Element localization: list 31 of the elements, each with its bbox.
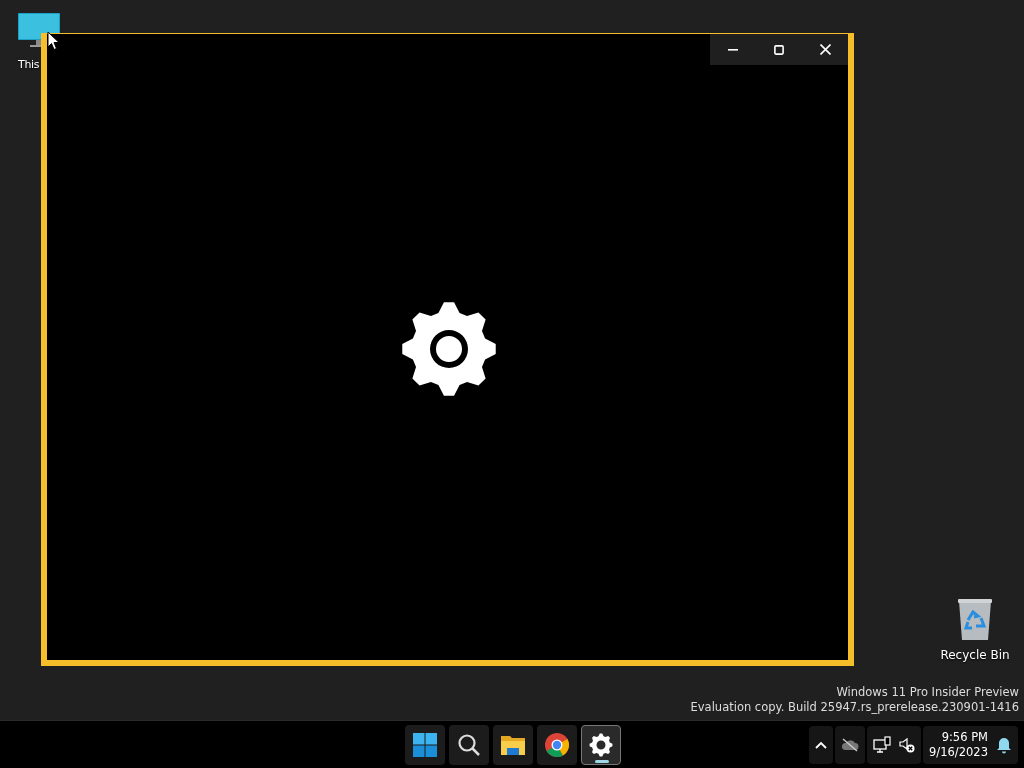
desktop-icon-label[interactable]: Recycle Bin — [940, 648, 1010, 662]
taskbar-button[interactable] — [537, 725, 577, 765]
cloud-off-icon — [841, 738, 860, 752]
browser-icon — [544, 732, 570, 758]
active-indicator — [595, 760, 609, 763]
bell-icon — [996, 736, 1012, 754]
desktop-icon-label[interactable]: This — [18, 58, 40, 71]
tray-button[interactable] — [835, 726, 866, 764]
build-notice-text: Evaluation copy. Build 25947.rs_prerelease.230901-1416 — [690, 700, 1019, 715]
gear-icon — [589, 733, 613, 757]
taskbar-button[interactable] — [493, 725, 533, 765]
clock-area[interactable]: 9:56 PM 9/16/2023 — [923, 726, 1018, 764]
speaker-muted-icon — [899, 737, 916, 753]
chevron-up-icon — [815, 741, 828, 749]
taskbar-button[interactable] — [581, 725, 621, 765]
build-notice-text: Windows 11 Pro Insider Preview — [836, 685, 1019, 700]
tray-button[interactable] — [867, 726, 922, 764]
clock-date: 9/16/2023 — [929, 745, 988, 760]
network-icon — [873, 736, 892, 754]
taskbar-button[interactable] — [449, 725, 489, 765]
tray-overflow-button[interactable] — [809, 726, 834, 764]
taskbar-button[interactable] — [405, 725, 445, 765]
gear-icon — [400, 302, 498, 396]
maximize-icon — [774, 44, 784, 55]
close-icon — [819, 44, 831, 55]
folder-icon — [500, 733, 526, 757]
windows-logo-icon — [413, 733, 437, 757]
minimize-icon — [728, 48, 738, 51]
recycle-bin-icon — [956, 598, 994, 642]
clock-time: 9:56 PM — [941, 730, 988, 745]
search-icon — [457, 733, 481, 757]
